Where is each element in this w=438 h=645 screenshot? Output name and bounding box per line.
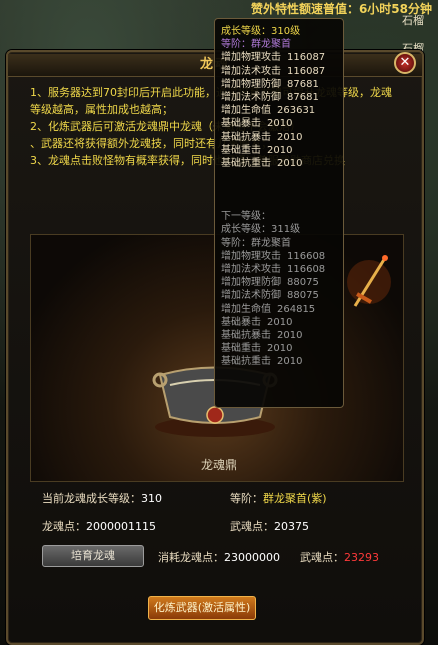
tooltip-attr-value: 2010 — [277, 158, 303, 170]
tooltip-attr-value: 2010 — [267, 316, 293, 328]
tooltip-next-level: 成长等级：311级 — [221, 224, 301, 236]
tooltip-attr-row: 基础暴击 2010 — [221, 117, 337, 130]
rank-value: 群龙聚首(紫) — [263, 492, 327, 505]
tooltip-attr-value: 88075 — [287, 277, 319, 289]
current-level: 当前龙魂成长等级：310 — [42, 490, 162, 506]
tooltip-attr-value: 116608 — [287, 264, 326, 276]
tooltip-attr-row: 基础抗重击 2010 — [221, 355, 337, 368]
tooltip-current-attrs: 增加物理攻击 116087 增加法术攻击 116087 增加物理防御 87681 增加法术防… — [221, 51, 337, 170]
tooltip-attr-value: 2010 — [267, 118, 293, 130]
consume-martial: 武魂点：23293 — [300, 549, 379, 565]
tooltip-attr-row: 基础重击 2010 — [221, 144, 337, 157]
tooltip-attr-label: 增加生命值 — [221, 303, 271, 315]
side-label-1: 石榴 — [402, 14, 424, 27]
tooltip-attr-value: 264815 — [277, 303, 316, 315]
tooltip-attr-value: 2010 — [277, 330, 303, 342]
tooltip-attr-label: 增加物理攻击 — [221, 52, 281, 64]
rank-label: 等阶： — [230, 492, 263, 505]
consume-martial-value: 23293 — [344, 551, 379, 564]
tooltip-attr-value: 2010 — [277, 356, 303, 368]
tooltip-attr-label: 增加法术防御 — [221, 290, 281, 302]
tooltip-next-attrs: 增加物理攻击 116608 增加法术攻击 116608 增加物理防御 88075 增加法术防… — [221, 250, 337, 369]
tooltip-attr-label: 基础暴击 — [221, 316, 261, 328]
tooltip-current-rank: 等阶：群龙聚首 — [221, 39, 291, 51]
tooltip-attr-label: 增加物理攻击 — [221, 250, 281, 262]
tooltip-attr-value: 116087 — [287, 52, 326, 64]
tooltip-attr-label: 基础抗暴击 — [221, 330, 271, 342]
tooltip-attr-value: 263631 — [277, 105, 316, 117]
tooltip-attr-row: 增加法术攻击 116087 — [221, 65, 337, 78]
tooltip-attr-label: 增加法术攻击 — [221, 65, 281, 77]
tooltip-attr-row: 增加生命值 264815 — [221, 303, 337, 316]
tooltip-attr-row: 基础重击 2010 — [221, 342, 337, 355]
tooltip-attr-row: 增加生命值 263631 — [221, 104, 337, 117]
tooltip-attr-row: 增加物理防御 88075 — [221, 276, 337, 289]
tooltip-attr-label: 基础重击 — [221, 144, 261, 156]
tooltip-attr-row: 增加物理攻击 116608 — [221, 250, 337, 263]
tooltip-attr-label: 增加法术攻击 — [221, 264, 281, 276]
dragon-points: 龙魂点：2000001115 — [42, 518, 156, 534]
tooltip-attr-row: 增加法术攻击 116608 — [221, 263, 337, 276]
tooltip-attr-row: 增加物理攻击 116087 — [221, 51, 337, 64]
dragon-points-value: 2000001115 — [86, 520, 156, 533]
martial-points: 武魂点：20375 — [230, 518, 309, 534]
tooltip-attr-value: 2010 — [267, 144, 293, 156]
tooltip-attr-value: 116087 — [287, 65, 326, 77]
dragon-points-label: 龙魂点： — [42, 520, 86, 533]
tooltip-attr-row: 基础抗重击 2010 — [221, 157, 337, 170]
rank: 等阶：群龙聚首(紫) — [230, 490, 327, 506]
tooltip-attr-row: 基础抗暴击 2010 — [221, 131, 337, 144]
tooltip-attr-value: 87681 — [287, 92, 319, 104]
martial-points-value: 20375 — [274, 520, 309, 533]
current-level-value: 310 — [141, 492, 162, 505]
tooltip-attr-label: 增加物理防御 — [221, 78, 281, 90]
consume-dragon-value: 23000000 — [224, 551, 280, 564]
tooltip-attr-value: 2010 — [277, 131, 303, 143]
tooltip-next-rank: 等阶：群龙聚首 — [221, 237, 291, 249]
current-level-label: 当前龙魂成长等级： — [42, 492, 141, 505]
tooltip-attr-label: 增加物理防御 — [221, 277, 281, 289]
sword-icon — [347, 255, 391, 307]
tooltip-attr-label: 增加法术防御 — [221, 92, 281, 104]
tooltip-attr-label: 增加生命值 — [221, 105, 271, 117]
martial-points-label: 武魂点： — [230, 520, 274, 533]
level-tooltip: 成长等级：310级 等阶：群龙聚首 增加物理攻击 116087 增加法术攻击 1160… — [214, 18, 344, 408]
tooltip-attr-row: 基础暴击 2010 — [221, 316, 337, 329]
cauldron-label: 龙魂鼎 — [200, 458, 237, 472]
consume-dragon-label: 消耗龙魂点： — [158, 551, 224, 564]
consume-dragon: 消耗龙魂点：23000000 — [158, 549, 280, 565]
tooltip-attr-row: 增加法术防御 87681 — [221, 91, 337, 104]
tooltip-attr-label: 基础抗暴击 — [221, 131, 271, 143]
close-icon[interactable]: ✕ — [394, 52, 416, 74]
tooltip-attr-value: 87681 — [287, 78, 319, 90]
consume-martial-label: 武魂点： — [300, 551, 344, 564]
tooltip-attr-value: 116608 — [287, 250, 326, 262]
tooltip-attr-row: 增加物理防御 87681 — [221, 78, 337, 91]
tooltip-next-header: 下一等级： — [221, 211, 271, 223]
tooltip-attr-label: 基础重击 — [221, 343, 261, 355]
tooltip-attr-label: 基础暴击 — [221, 118, 261, 130]
tooltip-attr-value: 88075 — [287, 290, 319, 302]
tooltip-attr-label: 基础抗重击 — [221, 356, 271, 368]
tooltip-current-level: 成长等级：310级 — [221, 26, 301, 37]
refine-weapon-button[interactable]: 化炼武器(激活属性) — [148, 596, 256, 620]
cultivate-button[interactable]: 培育龙魂 — [42, 545, 144, 567]
tooltip-attr-value: 2010 — [267, 343, 293, 355]
tooltip-attr-row: 增加法术防御 88075 — [221, 289, 337, 302]
tooltip-attr-row: 基础抗暴击 2010 — [221, 329, 337, 342]
tooltip-attr-label: 基础抗重击 — [221, 158, 271, 170]
